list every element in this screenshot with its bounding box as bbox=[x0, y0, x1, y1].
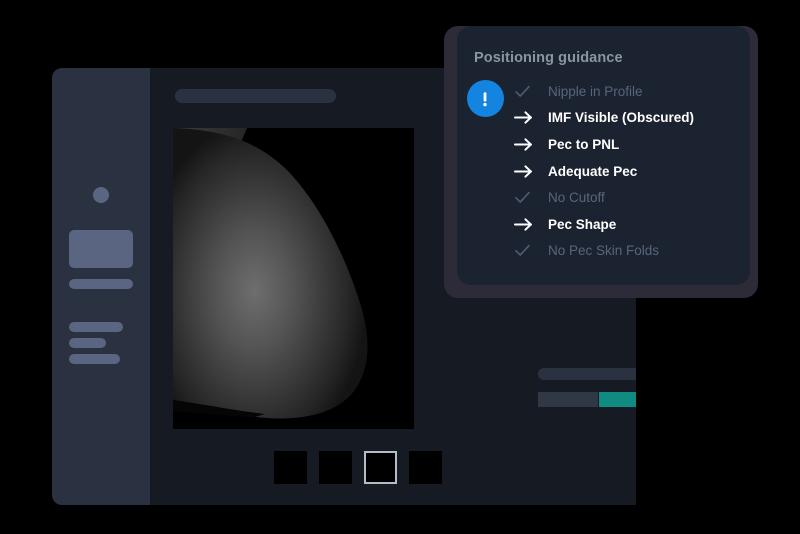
user-avatar-dot[interactable] bbox=[93, 187, 109, 203]
guidance-checklist: Nipple in Profile IMF Visible (Obscured) P… bbox=[513, 78, 750, 264]
thumbnail-3[interactable] bbox=[364, 451, 397, 484]
guidance-item-label: Adequate Pec bbox=[548, 163, 638, 179]
check-icon bbox=[513, 82, 548, 101]
nav-card-block[interactable] bbox=[69, 230, 133, 268]
thumbnail-1[interactable] bbox=[274, 451, 307, 484]
screenshot-scene: Positioning guidance Nipple in Profile IM… bbox=[0, 0, 800, 534]
thumbnail-strip bbox=[274, 451, 442, 484]
control-bar-placeholder bbox=[538, 368, 636, 380]
nav-bar-c[interactable] bbox=[69, 354, 120, 364]
nav-bar-b[interactable] bbox=[69, 338, 106, 348]
guidance-item-5[interactable]: No Cutoff bbox=[513, 184, 740, 211]
guidance-item-label: No Cutoff bbox=[548, 190, 605, 206]
guidance-item-1[interactable]: Nipple in Profile bbox=[513, 78, 740, 105]
arrow-right-icon bbox=[513, 162, 548, 181]
positioning-guidance-panel: Positioning guidance Nipple in Profile IM… bbox=[457, 26, 750, 285]
panel-title: Positioning guidance bbox=[474, 50, 623, 66]
exclamation-circle-icon bbox=[466, 80, 504, 117]
check-icon bbox=[513, 188, 548, 207]
mammogram-image bbox=[173, 128, 414, 429]
arrow-right-icon bbox=[513, 108, 548, 127]
guidance-item-6[interactable]: Pec Shape bbox=[513, 211, 740, 238]
guidance-item-label: Pec Shape bbox=[548, 216, 617, 232]
guidance-item-7[interactable]: No Pec Skin Folds bbox=[513, 238, 740, 265]
nav-bar-a[interactable] bbox=[69, 322, 123, 332]
panel-body: Nipple in Profile IMF Visible (Obscured) P… bbox=[457, 78, 750, 264]
guidance-item-label: Pec to PNL bbox=[548, 136, 620, 152]
nav-bar-primary[interactable] bbox=[69, 279, 133, 289]
arrow-right-icon bbox=[513, 135, 548, 154]
thumbnail-4[interactable] bbox=[409, 451, 442, 484]
segment-2[interactable] bbox=[598, 392, 636, 407]
header-title-placeholder bbox=[175, 89, 336, 103]
exposure-segment-track[interactable] bbox=[538, 392, 636, 407]
check-icon bbox=[513, 241, 548, 260]
guidance-item-label: IMF Visible (Obscured) bbox=[548, 110, 695, 126]
arrow-right-icon bbox=[513, 215, 548, 234]
segment-1[interactable] bbox=[538, 392, 598, 407]
workstation-sidebar bbox=[52, 68, 150, 505]
guidance-item-label: Nipple in Profile bbox=[548, 83, 643, 99]
guidance-item-2[interactable]: IMF Visible (Obscured) bbox=[513, 105, 740, 132]
alert-column bbox=[457, 78, 513, 264]
thumbnail-2[interactable] bbox=[319, 451, 352, 484]
guidance-item-4[interactable]: Adequate Pec bbox=[513, 158, 740, 185]
mammogram-viewport[interactable] bbox=[173, 128, 414, 429]
guidance-item-label: No Pec Skin Folds bbox=[548, 243, 660, 259]
guidance-item-3[interactable]: Pec to PNL bbox=[513, 131, 740, 158]
